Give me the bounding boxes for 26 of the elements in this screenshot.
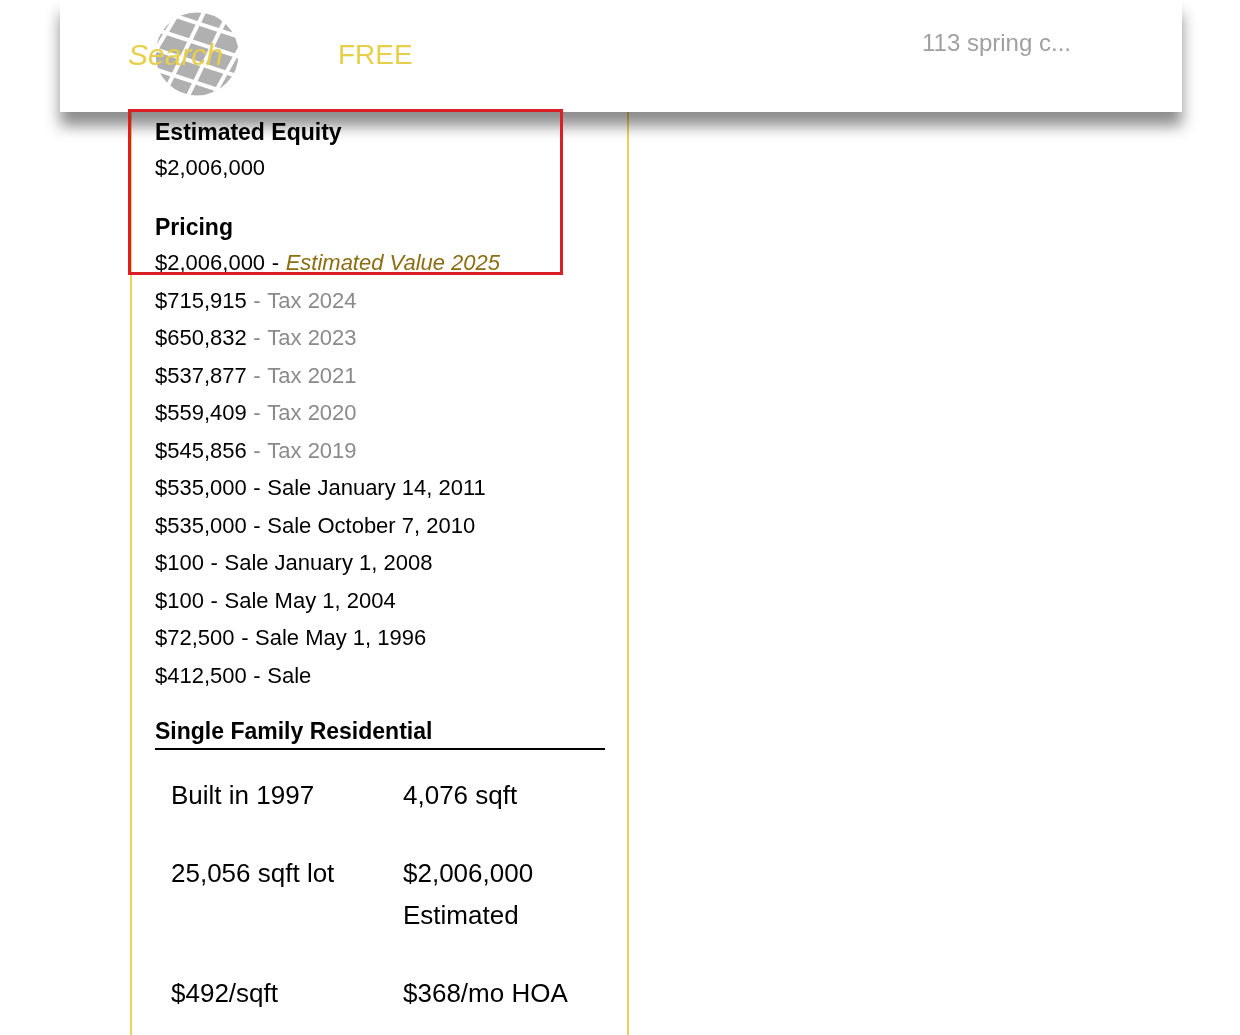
price-row-text: $535,000 - Sale January 14, 2011 [155, 474, 487, 502]
pricing-heading: Pricing [155, 213, 234, 242]
equity-heading: Estimated Equity [155, 118, 343, 147]
section-heading: Single Family Residential [155, 714, 605, 750]
price-row-text: $650,832 - Tax 2023 [155, 324, 358, 352]
free-link[interactable]: FREE [338, 34, 413, 76]
fact-text: Estimated [403, 899, 520, 932]
price-row-text: $2,006,000 - Estimated Value 2025 [155, 249, 502, 277]
price-row-text: $100 - Sale May 1, 2004 [155, 586, 397, 615]
price-row-text: $537,877 - Tax 2021 [155, 361, 358, 390]
fact-text: $368/mo HOA [403, 977, 569, 1010]
address-text: 113 spring c... [922, 28, 1071, 58]
fact-text: 4,076 sqft [403, 779, 519, 812]
equity-value: $2,006,000 [155, 154, 267, 182]
fact-text: $2,006,000 [403, 857, 535, 890]
fact-text: $492/sqft [171, 977, 279, 1010]
fact-text: Built in 1997 [171, 779, 316, 812]
price-row-text: $72,500 - Sale May 1, 1996 [155, 624, 428, 652]
price-row-text: $559,409 - Tax 2020 [155, 399, 358, 427]
price-row-text: $545,856 - Tax 2019 [155, 436, 358, 465]
price-row-text: $412,500 - Sale [155, 661, 313, 690]
price-row-text: $535,000 - Sale October 7, 2010 [155, 511, 477, 540]
search-link[interactable]: Search [128, 32, 224, 77]
price-row-text: $100 - Sale January 1, 2008 [155, 549, 434, 577]
fact-text: 25,056 sqft lot [171, 857, 336, 890]
price-row-text: $715,915 - Tax 2024 [155, 286, 358, 315]
